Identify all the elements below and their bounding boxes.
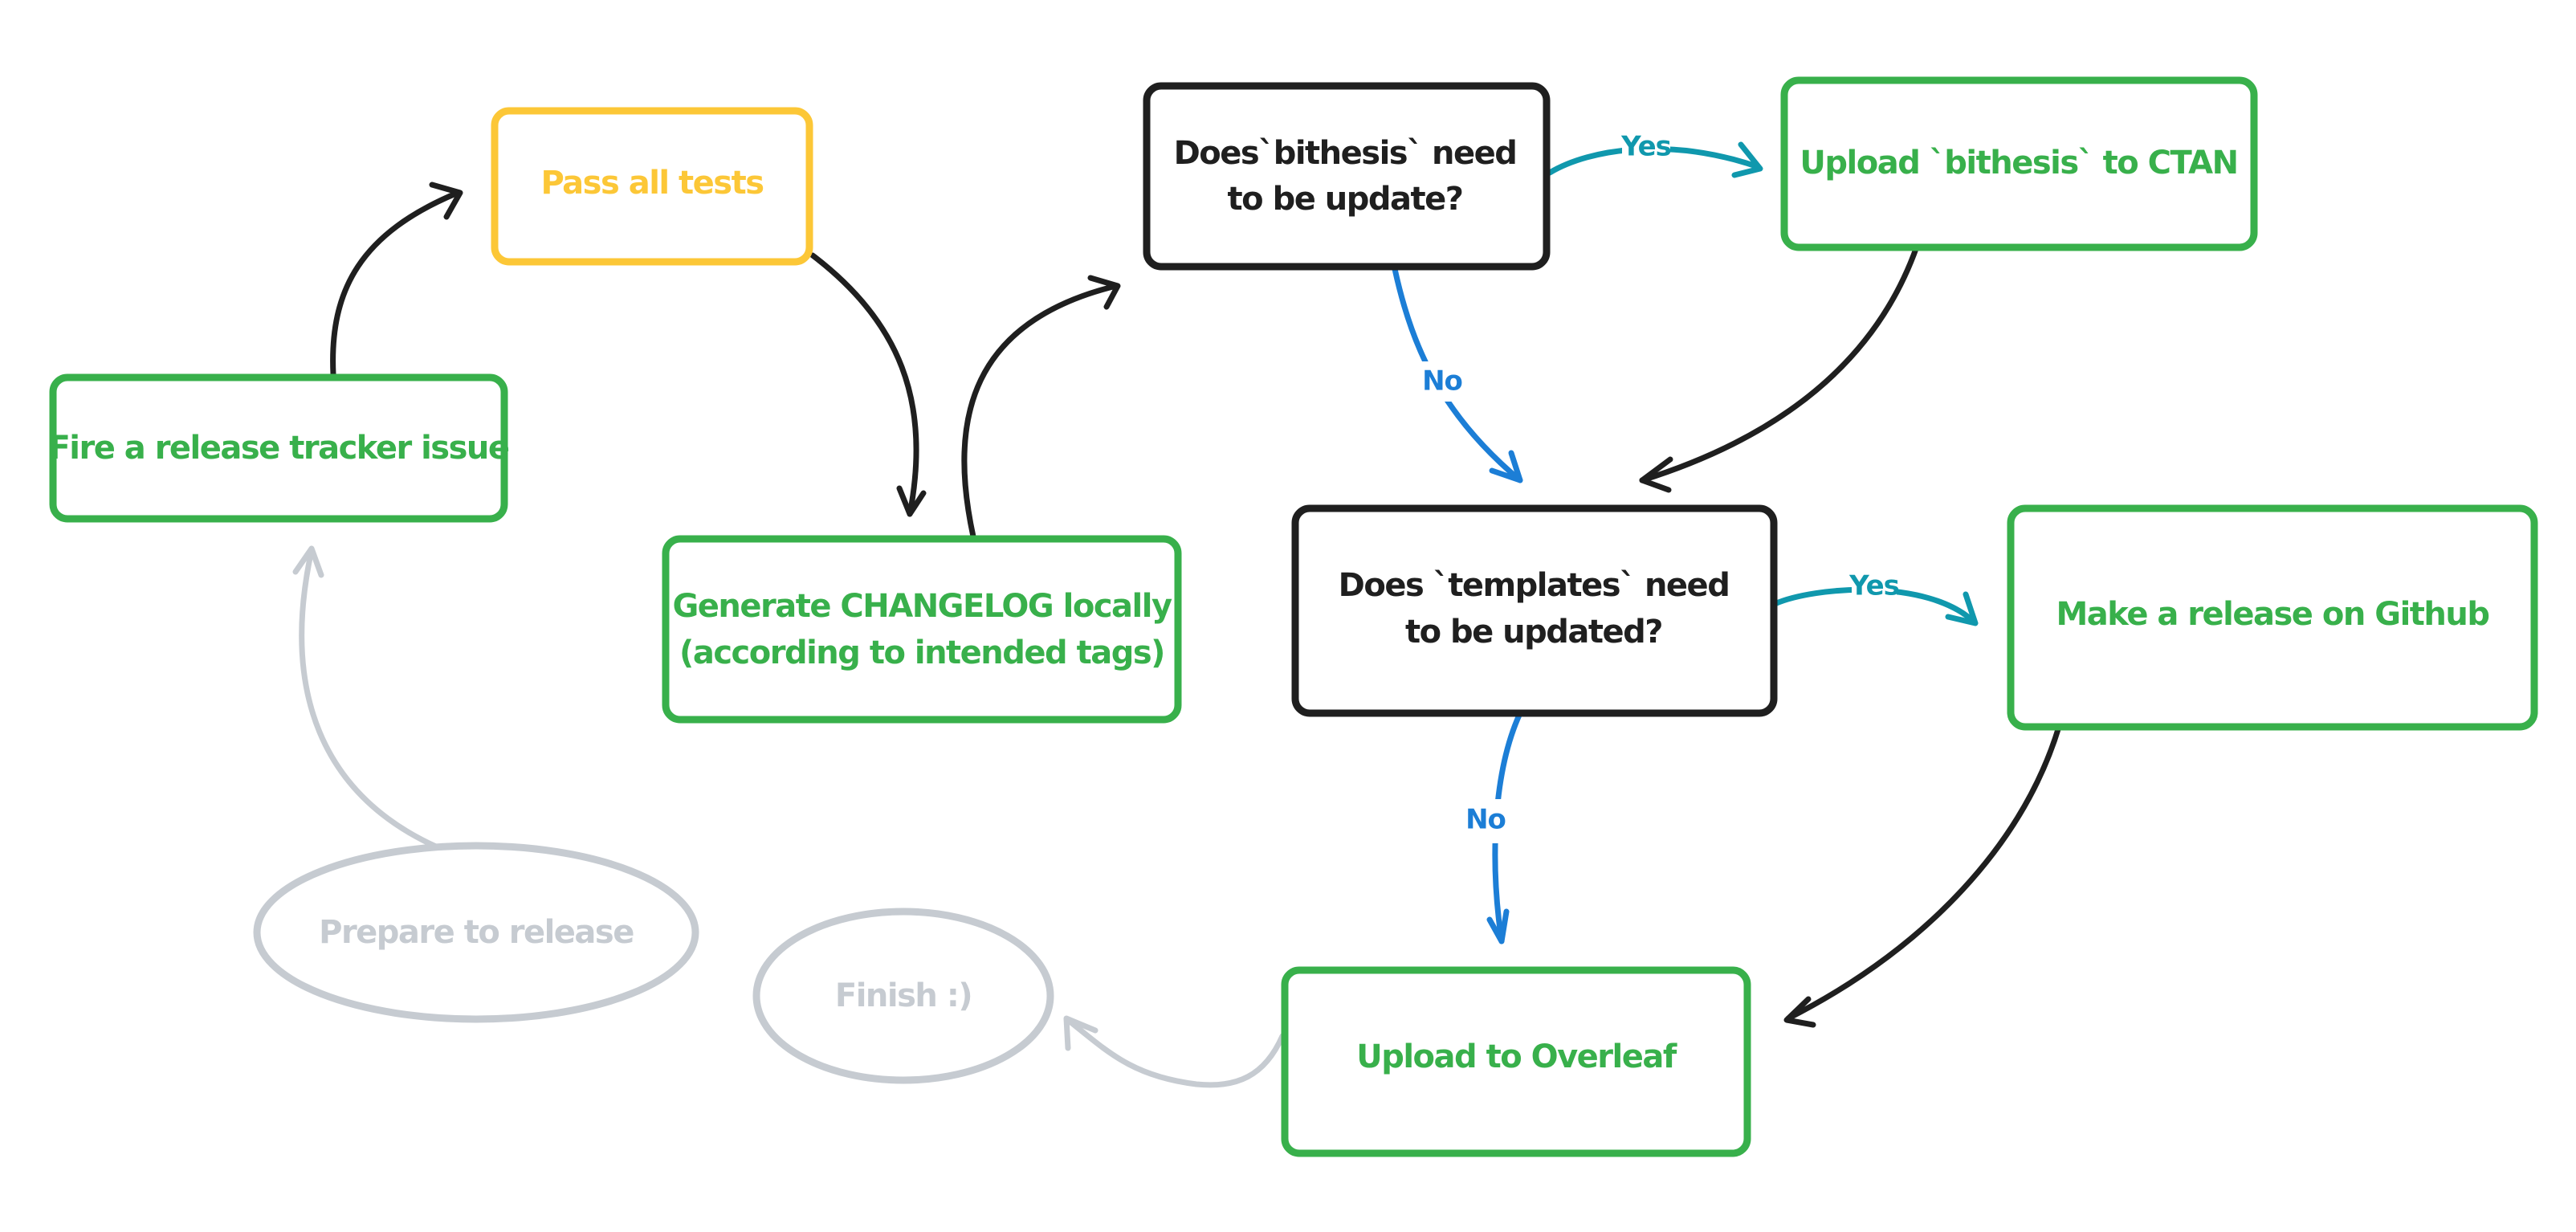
edge-label-no: No [1422, 365, 1462, 398]
node-label: Prepare to release [319, 914, 634, 951]
rect-shape [1291, 504, 1778, 717]
edge-line [1639, 243, 1920, 483]
rect-shape [1143, 82, 1551, 271]
edge-line [961, 283, 1119, 540]
edge-github-to-overleaf[interactable] [1783, 724, 2062, 1028]
edge-changelog-to-bithesis[interactable] [961, 275, 1121, 540]
node-upload-bithesis-ctan[interactable]: Upload `bithesis` to CTAN [1780, 76, 2258, 251]
edge-prepare-to-tracker[interactable] [292, 545, 441, 851]
edge-line [809, 252, 919, 517]
edge-bithesis-to-ctan-yes[interactable]: Yes [1547, 130, 1763, 178]
edge-overleaf-to-finish[interactable] [1063, 1015, 1286, 1088]
edge-tests-to-changelog[interactable] [809, 252, 927, 517]
flowchart-canvas: Yes No Yes No Prepare to release Fire a … [48, 76, 2538, 1157]
node-bithesis-decision[interactable]: Does`bithesis` need to be update? [1143, 82, 1551, 271]
edge-label-no: No [1465, 804, 1506, 836]
node-pass-all-tests[interactable]: Pass all tests [491, 107, 813, 266]
node-label: Upload to Overleaf [1356, 1038, 1677, 1075]
node-generate-changelog[interactable]: Generate CHANGELOG locally (according to… [662, 535, 1182, 724]
edge-templates-to-github-yes[interactable]: Yes [1771, 570, 1979, 626]
node-upload-to-overleaf[interactable]: Upload to Overleaf [1281, 966, 1751, 1157]
edge-label-yes: Yes [1848, 570, 1899, 602]
edge-line [299, 547, 441, 851]
node-label: Upload `bithesis` to CTAN [1800, 145, 2237, 182]
node-label-line-2: to be update? [1228, 181, 1463, 218]
rect-shape [662, 535, 1182, 724]
node-label-line-2: to be updated? [1405, 614, 1662, 651]
node-label-line-2: (according to intended tags) [679, 634, 1164, 671]
edge-line [1065, 1017, 1286, 1088]
edge-line [1785, 724, 2062, 1022]
edge-tracker-to-tests[interactable] [330, 182, 463, 377]
node-label: Make a release on Github [2056, 596, 2489, 633]
node-label-line-1: Does`bithesis` need [1174, 135, 1517, 172]
edge-templates-to-overleaf-no[interactable]: No [1465, 710, 1523, 944]
node-fire-release-tracker[interactable]: Fire a release tracker issue [48, 373, 510, 523]
node-label: Fire a release tracker issue [48, 430, 508, 467]
edge-ctan-to-templates[interactable] [1639, 243, 1920, 493]
node-label-line-1: Does `templates` need [1339, 567, 1730, 604]
edge-label-yes: Yes [1620, 131, 1671, 163]
node-label-line-1: Generate CHANGELOG locally [672, 588, 1172, 625]
node-make-github-release[interactable]: Make a release on Github [2007, 504, 2538, 731]
node-label: Pass all tests [540, 165, 763, 202]
edge-bithesis-to-templates-no[interactable]: No [1392, 266, 1523, 483]
node-label: Finish :) [835, 977, 972, 1014]
node-prepare-to-release[interactable]: Prepare to release [253, 842, 699, 1023]
node-finish[interactable]: Finish :) [752, 908, 1054, 1084]
edge-line [330, 190, 461, 377]
node-templates-decision[interactable]: Does `templates` need to be updated? [1291, 504, 1778, 717]
